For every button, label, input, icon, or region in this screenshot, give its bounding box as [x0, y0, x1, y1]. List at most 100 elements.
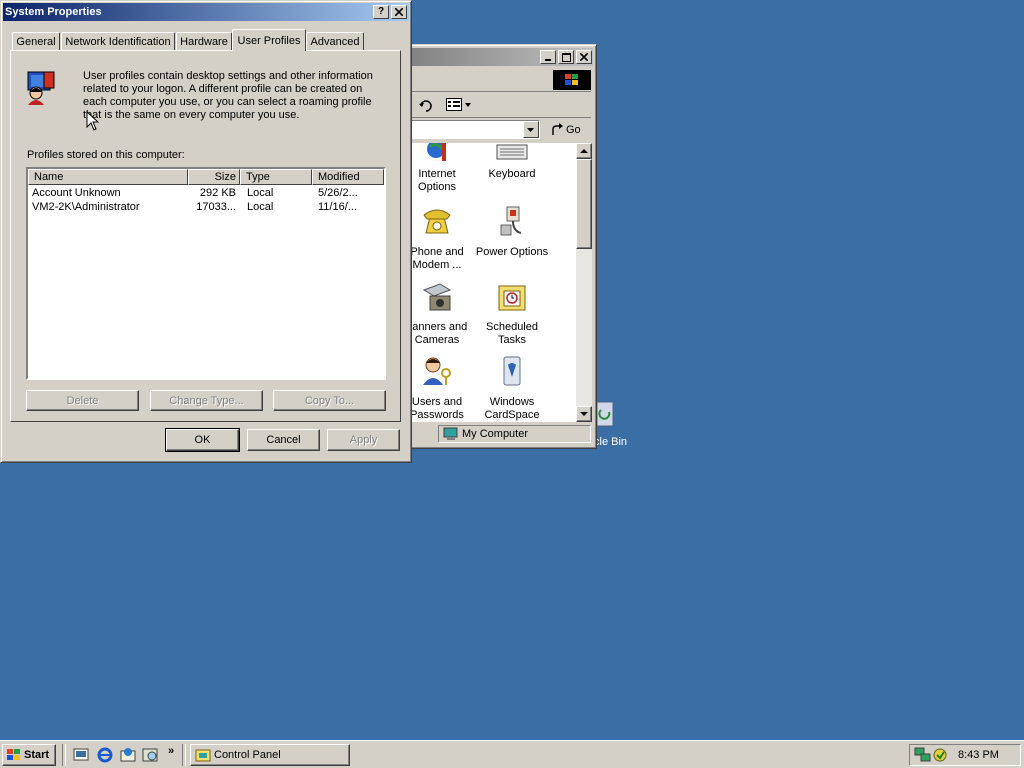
row-name: VM2-2K\Administrator: [32, 201, 140, 213]
dialog-close-button[interactable]: [391, 5, 407, 19]
outlook-express-icon[interactable]: [119, 746, 137, 764]
phone-modem-item[interactable]: Phone and Modem ...: [404, 205, 475, 272]
control-panel-titlebar: [404, 48, 593, 66]
row-size: 17033...: [196, 201, 236, 213]
apply-button[interactable]: Apply: [327, 429, 400, 451]
delete-button[interactable]: Delete: [26, 390, 139, 411]
user-profiles-icon: [27, 71, 55, 105]
power-options-item[interactable]: Power Options: [474, 205, 550, 259]
status-location-label: My Computer: [462, 428, 529, 440]
views-icon[interactable]: [446, 98, 472, 112]
network-tray-icon[interactable]: [914, 747, 932, 763]
go-button[interactable]: Go: [550, 121, 588, 139]
internet-options-item[interactable]: Internet Options: [404, 143, 475, 194]
go-label: Go: [566, 124, 581, 136]
tab-user-profiles-label: User Profiles: [237, 34, 301, 47]
chevron-down-icon: [527, 128, 534, 132]
change-type-button[interactable]: Change Type...: [150, 390, 263, 411]
control-panel-window: Go Internet Options Keyboard Phone and M…: [400, 44, 597, 449]
address-bar: Go: [404, 118, 591, 142]
keyboard-label: Keyboard: [488, 168, 536, 180]
windows-cardspace-label-2: CardSpace: [484, 409, 540, 421]
column-header-name[interactable]: Name: [28, 169, 188, 185]
column-type-label: Type: [246, 171, 270, 183]
internet-options-label: Internet: [418, 168, 456, 180]
table-row[interactable]: Account Unknown 292 KB Local 5/26/2...: [28, 187, 384, 201]
tab-user-profiles[interactable]: User Profiles: [232, 29, 306, 51]
scheduled-tasks-label-2: Tasks: [497, 334, 527, 346]
maximize-button[interactable]: [558, 50, 574, 64]
minimize-icon: [545, 59, 551, 61]
maximize-icon: [561, 52, 571, 62]
windows-logo-throbber: [553, 70, 591, 90]
scroll-down-button[interactable]: [576, 406, 592, 422]
tab-general-label: General: [16, 36, 56, 48]
recycle-bin-desktop-icon[interactable]: cle Bin: [592, 398, 632, 450]
dialog-titlebar: System Properties ?: [3, 3, 409, 21]
column-header-type[interactable]: Type: [240, 169, 312, 185]
tab-advanced[interactable]: Advanced: [306, 32, 364, 51]
windows-flag-icon: [7, 749, 20, 760]
profiles-description: User profiles contain desktop settings a…: [83, 70, 373, 121]
change-type-label: Change Type...: [169, 394, 244, 407]
power-plug-icon: [500, 206, 522, 236]
scroll-thumb[interactable]: [576, 159, 592, 249]
ok-button[interactable]: OK: [165, 428, 240, 452]
internet-options-icon: [427, 143, 446, 161]
row-type: Local: [247, 187, 274, 199]
cancel-button[interactable]: Cancel: [247, 429, 320, 451]
tab-hardware[interactable]: Hardware: [176, 32, 232, 51]
show-desktop-icon[interactable]: [72, 746, 90, 764]
row-name: Account Unknown: [32, 187, 121, 199]
tab-hardware-label: Hardware: [180, 36, 228, 48]
tab-network-identification-label: Network Identification: [65, 36, 171, 48]
cancel-label: Cancel: [266, 434, 301, 446]
arrow-up-icon: [580, 149, 588, 153]
apply-label: Apply: [349, 434, 378, 446]
address-input[interactable]: [404, 120, 540, 139]
column-header-modified[interactable]: Modified: [312, 169, 384, 185]
tab-general[interactable]: General: [12, 32, 60, 51]
scroll-up-button[interactable]: [576, 143, 592, 159]
windows-cardspace-item[interactable]: Windows CardSpace: [474, 355, 550, 422]
users-keys-icon: [423, 357, 451, 385]
table-row[interactable]: VM2-2K\Administrator 17033... Local 11/1…: [28, 201, 384, 215]
keyboard-icon: [496, 144, 528, 160]
close-button[interactable]: [576, 50, 592, 64]
security-tray-icon[interactable]: [932, 747, 948, 763]
vertical-scrollbar[interactable]: [576, 143, 592, 422]
scanner-camera-icon: [422, 283, 452, 311]
users-passwords-label-2: Passwords: [410, 409, 464, 421]
internet-explorer-icon[interactable]: [96, 746, 114, 764]
profiles-list[interactable]: Name Size Type Modified Account Unknown …: [26, 167, 386, 380]
minimize-button[interactable]: [540, 50, 556, 64]
quick-launch-chevron[interactable]: »: [168, 745, 174, 757]
taskbar-control-panel-button[interactable]: Control Panel: [190, 744, 350, 766]
users-passwords-item[interactable]: Users and Passwords: [404, 355, 475, 422]
phone-modem-label: Phone and: [410, 246, 464, 258]
icon-area: Internet Options Keyboard Phone and Mode…: [404, 143, 576, 422]
column-header-size[interactable]: Size: [188, 169, 240, 185]
scanners-cameras-label-2: Cameras: [414, 334, 460, 346]
status-bar: My Computer: [404, 424, 591, 444]
system-properties-dialog: System Properties ? General Network Iden…: [0, 0, 412, 463]
scheduled-tasks-item[interactable]: Scheduled Tasks: [474, 280, 550, 347]
quick-launch-separator: [62, 744, 66, 766]
tab-network-identification[interactable]: Network Identification: [61, 32, 175, 51]
row-size: 292 KB: [199, 187, 236, 199]
recycle-bin-label: cle Bin: [594, 436, 628, 448]
phone-icon: [423, 209, 451, 234]
copy-to-button[interactable]: Copy To...: [273, 390, 386, 411]
start-button[interactable]: Start: [2, 744, 56, 766]
keyboard-item[interactable]: Keyboard: [474, 143, 550, 181]
column-modified-label: Modified: [318, 171, 360, 183]
tab-advanced-label: Advanced: [310, 36, 360, 48]
search-icon[interactable]: [142, 746, 160, 764]
undo-icon[interactable]: [418, 97, 434, 113]
address-dropdown-button[interactable]: [523, 121, 539, 138]
internet-options-label-2: Options: [418, 181, 456, 193]
windows-flag-icon: [565, 74, 578, 85]
row-modified: 11/16/...: [318, 201, 357, 213]
scanners-cameras-item[interactable]: canners and Cameras: [404, 280, 475, 347]
help-button[interactable]: ?: [373, 5, 389, 19]
